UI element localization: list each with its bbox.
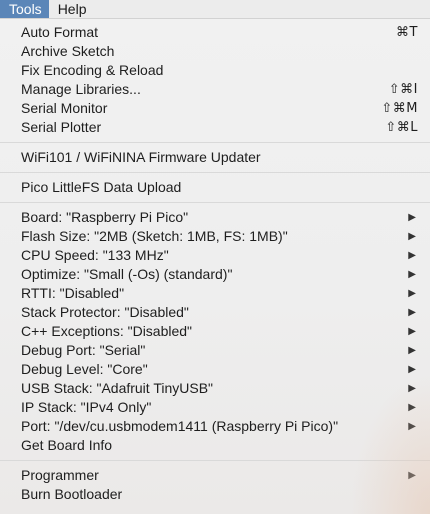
menu-item-label: Port: "/dev/cu.usbmodem1411 (Raspberry P… — [21, 418, 339, 434]
menu-item-label: Optimize: "Small (-Os) (standard)" — [21, 266, 233, 282]
menu-item-serial-plotter[interactable]: Serial Plotter ⇧⌘L — [0, 118, 430, 137]
menu-item-label: RTTI: "Disabled" — [21, 285, 125, 301]
menubar-tools[interactable]: Tools — [0, 0, 49, 18]
menu-item-fix-encoding-reload[interactable]: Fix Encoding & Reload — [0, 61, 430, 80]
submenu-arrow-icon: ▶ — [408, 231, 416, 242]
menu-item-label: Auto Format — [21, 24, 99, 40]
menu-item-usb-stack[interactable]: USB Stack: "Adafruit TinyUSB" ▶ — [0, 379, 430, 398]
menu-item-manage-libraries[interactable]: Manage Libraries... ⇧⌘I — [0, 80, 430, 99]
menu-item-label: Serial Plotter — [21, 119, 102, 135]
menu-separator — [0, 172, 430, 173]
menu-item-label: USB Stack: "Adafruit TinyUSB" — [21, 380, 214, 396]
shortcut-label: ⇧⌘L — [385, 120, 418, 135]
menu-item-label: Debug Port: "Serial" — [21, 342, 146, 358]
menu-item-label: Stack Protector: "Disabled" — [21, 304, 189, 320]
menu-item-wifi-firmware-updater[interactable]: WiFi101 / WiFiNINA Firmware Updater — [0, 148, 430, 167]
submenu-arrow-icon: ▶ — [408, 345, 416, 356]
menu-item-label: IP Stack: "IPv4 Only" — [21, 399, 152, 415]
menu-item-get-board-info[interactable]: Get Board Info — [0, 436, 430, 455]
menu-item-archive-sketch[interactable]: Archive Sketch — [0, 42, 430, 61]
menu-item-pico-littlefs-upload[interactable]: Pico LittleFS Data Upload — [0, 178, 430, 197]
menu-item-label: CPU Speed: "133 MHz" — [21, 247, 169, 263]
menubar-help[interactable]: Help — [49, 0, 94, 18]
submenu-arrow-icon: ▶ — [408, 269, 416, 280]
menu-item-auto-format[interactable]: Auto Format ⌘T — [0, 23, 430, 42]
submenu-arrow-icon: ▶ — [408, 326, 416, 337]
menu-item-label: Archive Sketch — [21, 43, 115, 59]
menu-item-programmer[interactable]: Programmer ▶ — [0, 466, 430, 485]
submenu-arrow-icon: ▶ — [408, 307, 416, 318]
menu-item-flash-size[interactable]: Flash Size: "2MB (Sketch: 1MB, FS: 1MB)"… — [0, 227, 430, 246]
shortcut-label: ⇧⌘M — [381, 101, 418, 116]
submenu-arrow-icon: ▶ — [408, 364, 416, 375]
menu-item-label: Serial Monitor — [21, 100, 108, 116]
menu-item-burn-bootloader[interactable]: Burn Bootloader — [0, 485, 430, 504]
menu-item-label: Manage Libraries... — [21, 81, 141, 97]
submenu-arrow-icon: ▶ — [408, 383, 416, 394]
menu-item-cpp-exceptions[interactable]: C++ Exceptions: "Disabled" ▶ — [0, 322, 430, 341]
menu-item-optimize[interactable]: Optimize: "Small (-Os) (standard)" ▶ — [0, 265, 430, 284]
shortcut-label: ⇧⌘I — [388, 82, 418, 97]
submenu-arrow-icon: ▶ — [408, 402, 416, 413]
menu-item-label: Fix Encoding & Reload — [21, 62, 164, 78]
tools-menu-dropdown: Auto Format ⌘T Archive Sketch Fix Encodi… — [0, 19, 430, 514]
menu-item-label: Debug Level: "Core" — [21, 361, 148, 377]
menu-item-label: C++ Exceptions: "Disabled" — [21, 323, 193, 339]
menu-item-label: Programmer — [21, 467, 99, 483]
submenu-arrow-icon: ▶ — [408, 212, 416, 223]
submenu-arrow-icon: ▶ — [408, 470, 416, 481]
menu-item-debug-port[interactable]: Debug Port: "Serial" ▶ — [0, 341, 430, 360]
menu-item-label: Burn Bootloader — [21, 486, 123, 502]
menu-item-rtti[interactable]: RTTI: "Disabled" ▶ — [0, 284, 430, 303]
menu-item-stack-protector[interactable]: Stack Protector: "Disabled" ▶ — [0, 303, 430, 322]
menu-item-ip-stack[interactable]: IP Stack: "IPv4 Only" ▶ — [0, 398, 430, 417]
menu-item-label: Get Board Info — [21, 437, 113, 453]
menu-separator — [0, 142, 430, 143]
menu-item-board[interactable]: Board: "Raspberry Pi Pico" ▶ — [0, 208, 430, 227]
menu-item-debug-level[interactable]: Debug Level: "Core" ▶ — [0, 360, 430, 379]
menu-item-serial-monitor[interactable]: Serial Monitor ⇧⌘M — [0, 99, 430, 118]
submenu-arrow-icon: ▶ — [408, 288, 416, 299]
menu-separator — [0, 460, 430, 461]
menu-bar: Tools Help — [0, 0, 430, 19]
menu-item-label: Flash Size: "2MB (Sketch: 1MB, FS: 1MB)" — [21, 228, 288, 244]
menu-item-cpu-speed[interactable]: CPU Speed: "133 MHz" ▶ — [0, 246, 430, 265]
menu-item-port[interactable]: Port: "/dev/cu.usbmodem1411 (Raspberry P… — [0, 417, 430, 436]
menu-item-label: Pico LittleFS Data Upload — [21, 179, 182, 195]
menu-separator — [0, 202, 430, 203]
menu-item-label: Board: "Raspberry Pi Pico" — [21, 209, 189, 225]
shortcut-label: ⌘T — [396, 25, 418, 40]
submenu-arrow-icon: ▶ — [408, 421, 416, 432]
menu-item-label: WiFi101 / WiFiNINA Firmware Updater — [21, 149, 261, 165]
submenu-arrow-icon: ▶ — [408, 250, 416, 261]
